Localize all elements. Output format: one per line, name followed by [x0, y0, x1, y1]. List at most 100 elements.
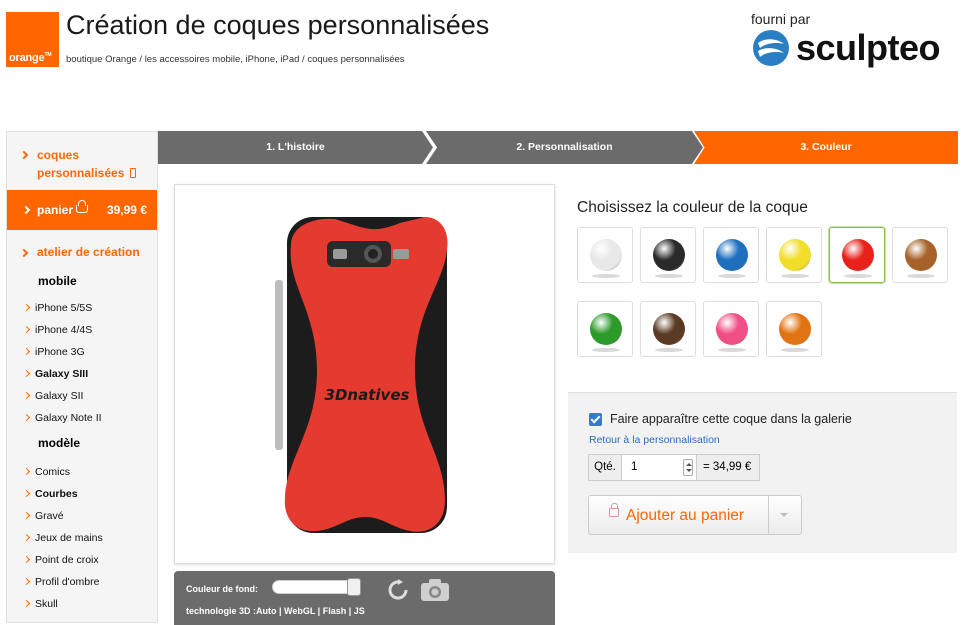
sidebar-item-coques[interactable]: coques personnalisées	[19, 146, 151, 182]
sidebar-item-galaxy-note-ii[interactable]: Galaxy Note II	[22, 412, 102, 424]
gallery-checkbox-label[interactable]: Faire apparaître cette coque dans la gal…	[610, 412, 852, 426]
sidebar-item-profil-d-ombre[interactable]: Profil d'ombre	[22, 576, 100, 588]
step-couleur[interactable]: 3. Couleur	[694, 131, 958, 164]
color-section-title: Choisissez la couleur de la coque	[577, 199, 808, 216]
sidebar: coques personnalisées panier 39,99 € ate…	[6, 131, 158, 623]
chevron-right-icon	[22, 533, 31, 542]
rotate-icon[interactable]	[388, 579, 408, 601]
page-title: Création de coques personnalisées	[66, 10, 490, 40]
sidebar-item-atelier[interactable]: atelier de création	[19, 245, 140, 259]
background-color-slider[interactable]	[272, 578, 361, 596]
sidebar-item-jeux-de-mains[interactable]: Jeux de mains	[22, 532, 103, 544]
sculpteo-logo[interactable]: sculpteo	[752, 29, 941, 67]
quantity-group: Qté. 1 = 34,99 €	[588, 454, 761, 481]
color-ball-icon	[779, 239, 811, 271]
sidebar-item-label: iPhone 4/4S	[35, 324, 93, 336]
color-ball-icon	[590, 239, 622, 271]
color-ball-icon	[779, 313, 811, 345]
gallery-checkbox[interactable]	[589, 413, 602, 426]
case-3d-preview[interactable]: 3Dnatives	[174, 184, 555, 564]
sidebar-group-title: modèle	[38, 436, 81, 450]
provided-by-label: fourni par	[751, 11, 811, 27]
case-engraved-text: 3Dnatives	[325, 386, 410, 404]
sidebar-item-galaxy-siii[interactable]: Galaxy SIII	[22, 368, 89, 380]
add-to-cart-button[interactable]: Ajouter au panier	[588, 495, 802, 535]
sidebar-item-label: iPhone 3G	[35, 346, 85, 358]
progress-steps: 1. L'histoire 2. Personnalisation 3. Cou…	[158, 131, 958, 164]
cart-label: panier	[37, 203, 74, 217]
sidebar-item-iphone-4-4s[interactable]: iPhone 4/4S	[22, 324, 93, 336]
sidebar-item-label: coques personnalisées	[37, 148, 125, 180]
orange-logo[interactable]: orangeTM	[6, 12, 59, 67]
color-ball-icon	[716, 239, 748, 271]
color-ball-icon	[653, 313, 685, 345]
chevron-down-icon[interactable]	[768, 496, 801, 534]
chevron-right-icon	[22, 599, 31, 608]
color-ball-icon	[590, 313, 622, 345]
sidebar-item-label: Comics	[35, 466, 71, 478]
step-histoire[interactable]: 1. L'histoire	[158, 131, 433, 164]
breadcrumb: boutique Orange / les accessoires mobile…	[66, 54, 405, 65]
sidebar-item-label: Galaxy SIII	[35, 368, 89, 380]
cart-price: 39,99 €	[106, 203, 147, 217]
back-to-customization-link[interactable]: Retour à la personnalisation	[589, 434, 720, 446]
sidebar-item-comics[interactable]: Comics	[22, 466, 71, 478]
sidebar-item-grav-[interactable]: Gravé	[22, 510, 64, 522]
quantity-input[interactable]: 1	[622, 455, 697, 480]
chevron-right-icon	[22, 413, 31, 422]
chevron-right-icon	[21, 205, 31, 215]
sidebar-item-iphone-3g[interactable]: iPhone 3G	[22, 346, 85, 358]
page: orangeTM Création de coques personnalisé…	[0, 0, 964, 625]
sidebar-item-iphone-5-5s[interactable]: iPhone 5/5S	[22, 302, 93, 314]
color-swatch-bronze[interactable]	[892, 227, 948, 283]
chevron-right-icon	[22, 325, 31, 334]
basket-icon	[76, 200, 88, 213]
color-swatch-white[interactable]	[577, 227, 633, 283]
slider-thumb[interactable]	[347, 578, 361, 596]
sidebar-item-label: Jeux de mains	[35, 532, 103, 544]
chevron-right-icon	[22, 347, 31, 356]
sidebar-item-point-de-croix[interactable]: Point de croix	[22, 554, 99, 566]
sidebar-item-label: Profil d'ombre	[35, 576, 100, 588]
sidebar-item-galaxy-sii[interactable]: Galaxy SII	[22, 390, 84, 402]
sidebar-item-label: Galaxy SII	[35, 390, 84, 402]
color-ball-icon	[653, 239, 685, 271]
chevron-right-icon	[22, 511, 31, 520]
quantity-label: Qté.	[589, 455, 622, 480]
quantity-stepper[interactable]	[683, 459, 693, 476]
color-swatch-red[interactable]	[829, 227, 885, 283]
sidebar-item-courbes[interactable]: Courbes	[22, 488, 78, 500]
chevron-right-icon	[22, 391, 31, 400]
sidebar-item-label: atelier de création	[37, 245, 140, 259]
phone-icon	[130, 168, 137, 178]
tech-line[interactable]: technologie 3D :Auto | WebGL | Flash | J…	[186, 606, 365, 616]
sidebar-item-label: iPhone 5/5S	[35, 302, 93, 314]
chevron-right-icon	[22, 467, 31, 476]
color-swatch-green[interactable]	[577, 301, 633, 357]
sidebar-item-label: Skull	[35, 598, 58, 610]
color-swatch-blue[interactable]	[703, 227, 759, 283]
color-ball-icon	[716, 313, 748, 345]
order-panel: Faire apparaître cette coque dans la gal…	[568, 392, 957, 553]
sidebar-item-skull[interactable]: Skull	[22, 598, 58, 610]
camera-icon[interactable]	[419, 577, 451, 603]
sidebar-item-label: Gravé	[35, 510, 64, 522]
sidebar-group-title: mobile	[38, 274, 77, 288]
color-swatch-black[interactable]	[640, 227, 696, 283]
color-swatch-orange[interactable]	[766, 301, 822, 357]
sidebar-cart[interactable]: panier 39,99 €	[7, 190, 157, 230]
chevron-right-icon	[22, 577, 31, 586]
color-swatch-yellow[interactable]	[766, 227, 822, 283]
sidebar-item-label: Courbes	[35, 488, 78, 500]
chevron-right-icon	[19, 248, 29, 258]
logo-text: orange	[9, 52, 45, 64]
lock-icon	[609, 503, 619, 517]
sidebar-item-label: Galaxy Note II	[35, 412, 102, 424]
color-swatch-pink[interactable]	[703, 301, 759, 357]
chevron-right-icon	[22, 303, 31, 312]
chevron-right-icon	[19, 150, 29, 160]
step-personnalisation[interactable]: 2. Personnalisation	[426, 131, 703, 164]
chevron-right-icon	[22, 369, 31, 378]
color-swatch-brown[interactable]	[640, 301, 696, 357]
quantity-total: = 34,99 €	[703, 461, 752, 473]
